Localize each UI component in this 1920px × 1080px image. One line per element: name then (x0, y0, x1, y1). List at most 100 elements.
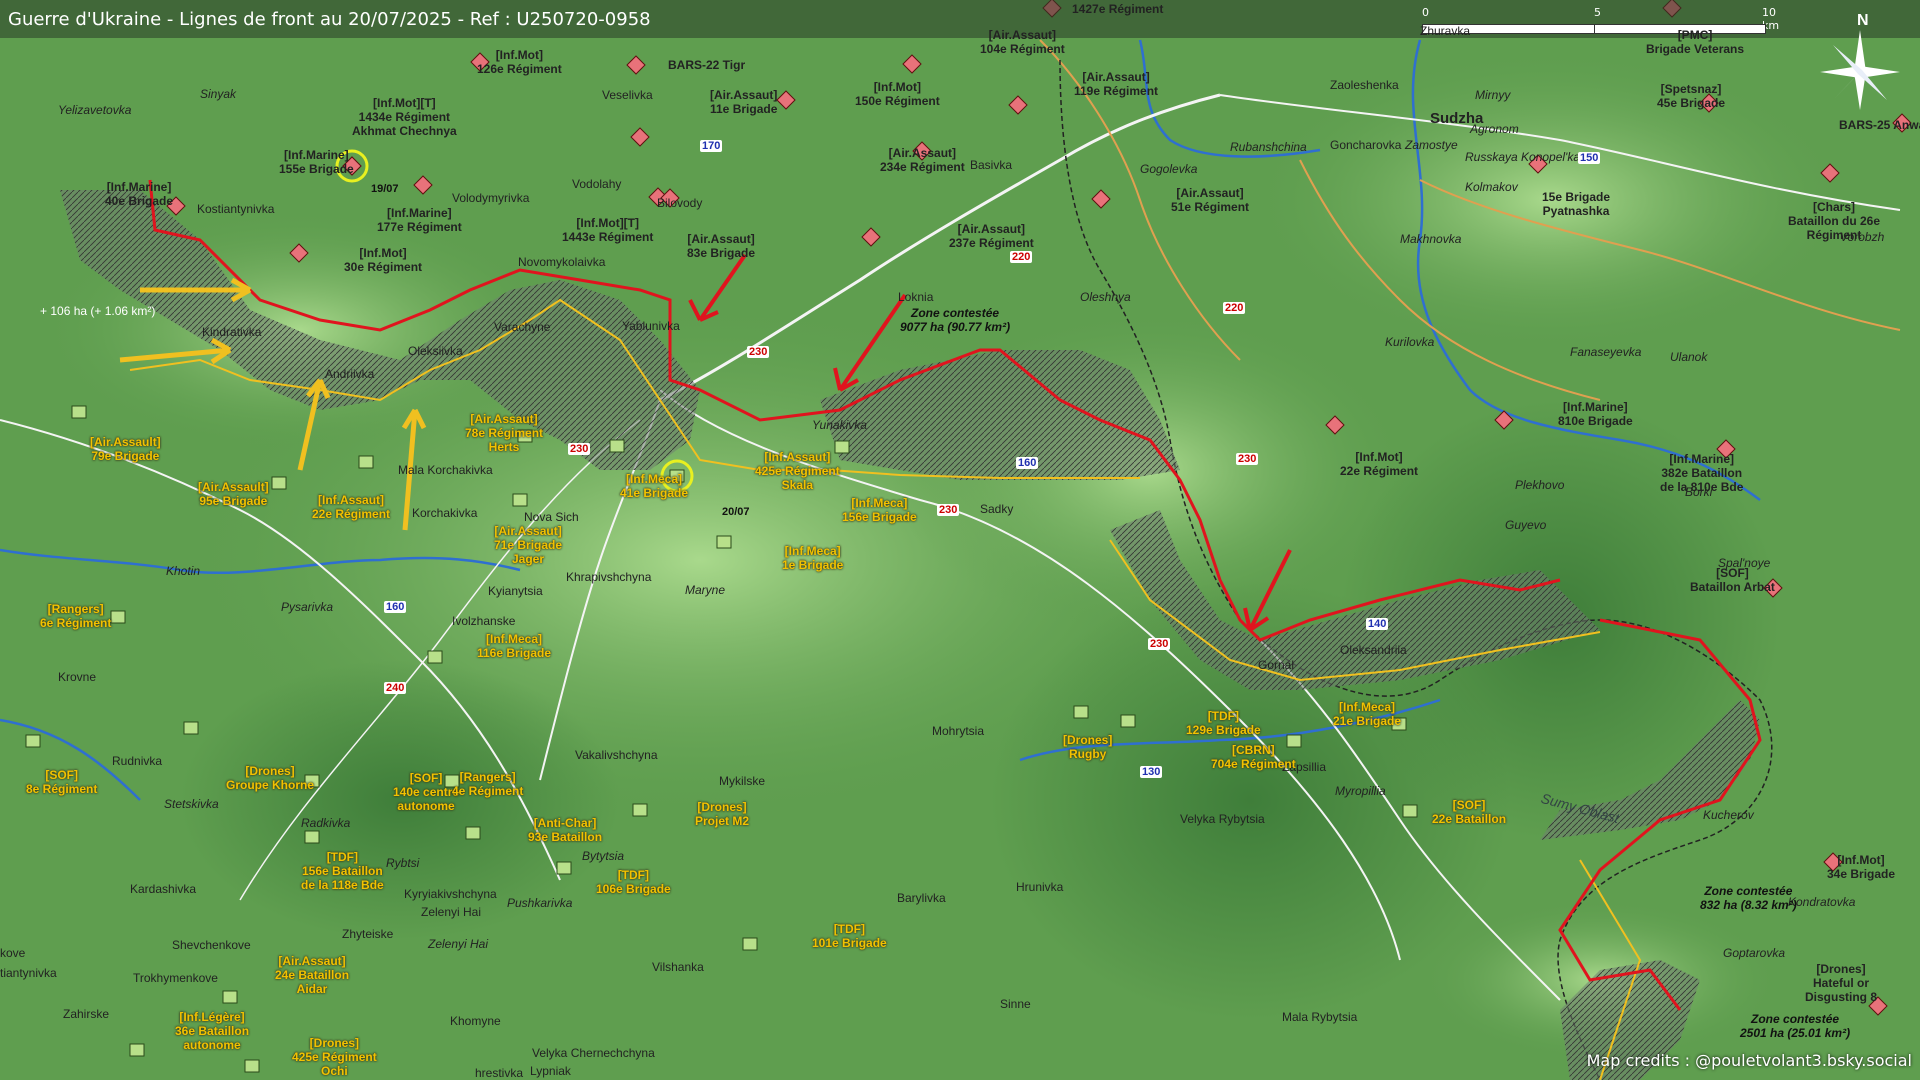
city-label: Zamostye (1405, 138, 1458, 152)
city-label: Plekhovo (1515, 478, 1565, 492)
ukrainian-unit-label: [SOF] 140e centre autonome (393, 771, 460, 813)
city-label: Zaoleshenka (1330, 78, 1399, 92)
russian-unit-label: [Air.Assaut] 51e Régiment (1171, 186, 1250, 214)
city-label: Kardashivka (130, 882, 197, 896)
ukrainian-unit-label: [Air.Assaut] 71e Brigade Jager (494, 524, 563, 566)
city-label: Yablunivka (622, 319, 680, 333)
russian-unit-label: [SOF] Bataillon Arbat (1690, 566, 1775, 594)
ukrainian-unit-label: [Rangers] 6e Régiment (40, 602, 112, 630)
city-label: Mirnyy (1475, 88, 1511, 102)
city-label: Mala Rybytsia (1282, 1010, 1358, 1024)
road-number-label: 140 (1366, 618, 1389, 630)
city-label: Radkivka (301, 816, 351, 830)
ukrainian-unit-marker[interactable] (110, 610, 126, 624)
ukrainian-unit-marker[interactable] (427, 650, 443, 664)
city-label: Gornal (1258, 658, 1295, 672)
ukrainian-unit-marker[interactable] (512, 493, 528, 507)
ukrainian-unit-marker[interactable] (271, 476, 287, 490)
russian-unit-label: [Inf.Mot] 22e Régiment (1340, 450, 1419, 478)
north-arrow-icon: N (1815, 10, 1905, 110)
city-label: Kucherov (1703, 808, 1754, 822)
russian-unit-label: [Air.Assaut] 119e Régiment (1074, 70, 1159, 98)
ukrainian-unit-marker[interactable] (25, 734, 41, 748)
map-title: Guerre d'Ukraine - Lignes de front au 20… (8, 9, 651, 30)
city-label: Guyevo (1505, 518, 1547, 532)
ukrainian-unit-label: [Drones] 425e Régiment Ochi (292, 1036, 377, 1078)
ukrainian-unit-label: [Air.Assault] 79e Brigade (90, 435, 161, 463)
ukrainian-unit-marker[interactable] (304, 830, 320, 844)
ukrainian-unit-label: [Anti-Char] 93e Bataillon (528, 816, 603, 844)
city-label: Novomykolaivka (518, 255, 606, 269)
ukrainian-unit-label: [TDF] 101e Brigade (812, 922, 887, 950)
ukrainian-unit-marker[interactable] (632, 803, 648, 817)
city-label: Oleksandriia (1340, 643, 1407, 657)
ukrainian-unit-marker[interactable] (358, 455, 374, 469)
ukrainian-unit-marker[interactable] (465, 826, 481, 840)
ukrainian-unit-marker[interactable] (556, 861, 572, 875)
city-label: Khotin (166, 564, 201, 578)
contested-zone-label: Zone contestée 9077 ha (90.77 km²) (900, 306, 1011, 334)
ukrainian-unit-marker[interactable] (222, 990, 238, 1004)
ukrainian-unit-label: [Inf.Meca] 1e Brigade (782, 544, 844, 572)
ukrainian-unit-label: [Air.Assaut] 24e Bataillon Aidar (275, 954, 350, 996)
date-label: 20/07 (722, 506, 750, 518)
ukrainian-unit-marker[interactable] (71, 405, 87, 419)
ukrainian-unit-label: [Inf.Meca] 156e Brigade (842, 496, 917, 524)
russian-unit-label: [Air.Assaut] 237e Régiment (949, 222, 1034, 250)
city-label: Basivka (970, 158, 1013, 172)
road-number-label: 230 (568, 443, 591, 455)
ukrainian-unit-label: [Drones] Groupe Khorne (226, 764, 315, 792)
map-credits: Map credits : @pouletvolant3.bsky.social (1586, 1051, 1912, 1070)
ukrainian-unit-marker[interactable] (244, 1059, 260, 1073)
ukrainian-unit-label: [Drones] Rugby (1063, 733, 1113, 761)
ukrainian-unit-marker[interactable] (716, 535, 732, 549)
city-label: Sinne (1000, 997, 1031, 1011)
road-number-label: 160 (384, 601, 407, 613)
city-label: Kolmakov (1465, 180, 1518, 194)
contested-zone-label: Zone contestée 832 ha (8.32 km²) (1700, 884, 1797, 912)
city-label: Goptarovka (1723, 946, 1786, 960)
city-label: Loknia (898, 290, 934, 304)
city-label: Oleshnya (1080, 290, 1131, 304)
ukrainian-unit-marker[interactable] (183, 721, 199, 735)
ukrainian-unit-label: [Drones] Projet M2 (695, 800, 750, 828)
city-label: Hrunivka (1016, 880, 1064, 894)
city-label: Goncharovka (1330, 138, 1402, 152)
territory-gain-label: + 106 ha (+ 1.06 km²) (40, 304, 156, 318)
city-label: Gogolevka (1140, 162, 1198, 176)
city-label: Mohrytsia (932, 724, 985, 738)
city-label: Volodymyrivka (452, 191, 530, 205)
russian-unit-label: [Inf.Mot] 150e Régiment (855, 80, 940, 108)
ukrainian-unit-marker[interactable] (742, 937, 758, 951)
contested-zone-label: Zone contestée 2501 ha (25.01 km²) (1740, 1012, 1851, 1040)
russian-unit-label: [Chars] Bataillon du 26e Régiment (1788, 200, 1881, 242)
ukrainian-unit-marker[interactable] (129, 1043, 145, 1057)
city-label: Mykilske (719, 774, 766, 788)
russian-unit-label: [Inf.Mot][T] 1434e Régiment Akhmat Chechny… (352, 96, 457, 138)
city-label: Lypniak (530, 1064, 571, 1078)
ukrainian-unit-label: [Inf.Meca] 116e Brigade (477, 632, 552, 660)
city-label: hrestivka (475, 1066, 524, 1080)
ukrainian-unit-marker[interactable] (609, 439, 625, 453)
city-label: Oleksiivka (408, 344, 463, 358)
russian-unit-label: [Spetsnaz] 45e Brigade (1657, 82, 1726, 110)
date-label: 19/07 (371, 183, 399, 195)
ukrainian-unit-marker[interactable] (1402, 804, 1418, 818)
ukrainian-unit-label: [Air.Assault] 95e Brigade (198, 480, 269, 508)
road-number-label: 230 (1148, 638, 1171, 650)
russian-unit-label: BARS-22 Tigr (668, 58, 746, 72)
north-label: N (1857, 12, 1869, 29)
city-label: Mala Korchakivka (398, 463, 493, 477)
russian-unit-label: [Inf.Mot] 34e Brigade (1827, 853, 1896, 881)
ukrainian-unit-marker[interactable] (1120, 714, 1136, 728)
city-label: Makhnovka (1400, 232, 1462, 246)
russian-unit-label: [PMC] Brigade Veterans (1646, 28, 1745, 56)
city-label: Stetskivka (164, 797, 219, 811)
city-label: Velyka Chernechchyna (532, 1046, 655, 1060)
city-label: Yunakivka (812, 418, 867, 432)
russian-unit-label: [Inf.Mot] 126e Régiment (477, 48, 562, 76)
city-label: Barylivka (897, 891, 946, 905)
ukrainian-unit-marker[interactable] (1073, 705, 1089, 719)
city-label: Kyryiakivshchyna (404, 887, 497, 901)
city-label: Zelenyi Hai (428, 937, 489, 951)
